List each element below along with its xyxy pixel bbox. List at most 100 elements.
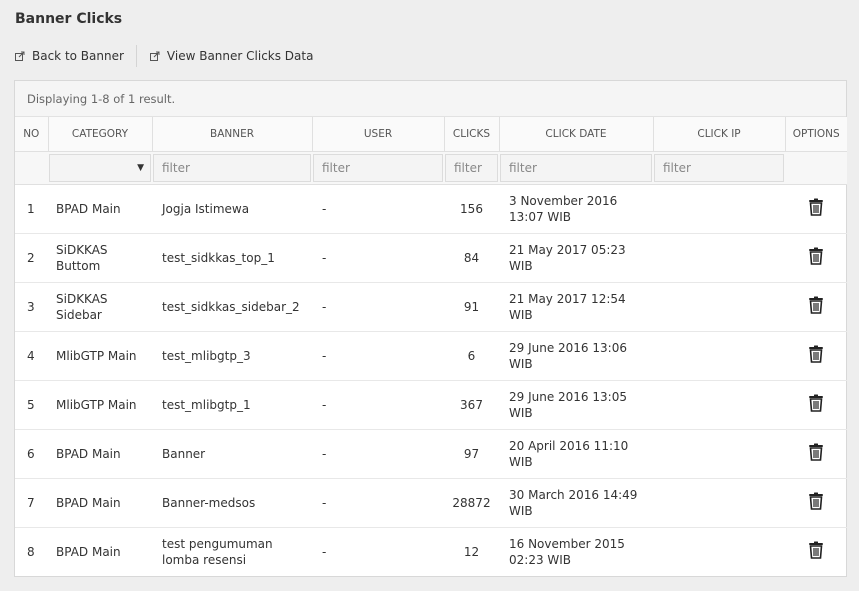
cell-click-ip [653,233,785,283]
cell-click-ip [653,380,785,430]
cell-click-ip [653,282,785,332]
column-header-no[interactable]: NO [15,117,49,152]
cell-options [785,380,847,430]
column-header-clicks[interactable]: CLICKS [444,117,500,152]
table-row: 1 BPAD Main Jogja Istimewa -156 3 November 2… [15,184,847,234]
column-header-click-ip[interactable]: CLICK IP [653,117,786,152]
cell-banner: test pengumuman lomba resensi [162,536,273,567]
cell-click-ip [653,478,785,528]
toolbar-divider [135,45,137,67]
cell-user: - [312,380,444,430]
cell-click-ip [653,184,785,234]
cell-clicks: 367 [444,380,499,430]
column-header-category[interactable]: CATEGORY [48,117,153,152]
back-to-banner-link[interactable]: Back to Banner [15,49,124,63]
cell-banner: Banner-medsos [152,478,312,528]
cell-options [785,331,847,381]
table-row: 8 BPAD Main test pengumuman lomba resensi -… [15,527,847,576]
view-banner-clicks-data-label: View Banner Clicks Data [166,49,314,63]
cell-click-date: 29 June 2016 13:05 WIB [499,380,653,430]
cell-user: - [312,478,444,528]
trash-icon[interactable] [808,394,824,412]
cell-category: SiDKKAS Buttom [48,233,152,283]
cell-category: BPAD Main [56,544,121,559]
cell-clicks: 91 [444,282,499,332]
external-link-icon [15,51,25,61]
cell-no: 2 [15,233,48,283]
filter-cell-no [15,151,48,185]
cell-clicks: 28872 [444,478,499,528]
cell-banner: test_sidkkas_sidebar_2 [152,282,312,332]
cell-no: 1 [15,184,48,234]
cell-category: BPAD Main [48,184,152,234]
cell-options [785,527,847,576]
cell-click-ip [653,527,785,576]
cell-user: - [312,233,444,283]
cell-no: 7 [15,478,48,528]
trash-icon[interactable] [808,247,824,265]
table-row: 6 BPAD Main Banner -97 20 April 2016 11:10 W… [15,429,847,479]
cell-clicks: 156 [444,184,499,234]
trash-icon[interactable] [808,296,824,314]
cell-category: MlibGTP Main [48,331,152,381]
cell-options [785,233,847,283]
cell-clicks: 12 [463,544,480,559]
cell-click-date: 29 June 2016 13:06 WIB [499,331,653,381]
column-header-banner[interactable]: BANNER [152,117,313,152]
cell-click-ip [653,331,785,381]
cell-banner: Jogja Istimewa [152,184,312,234]
cell-no: 3 [15,282,48,332]
category-filter-select[interactable]: ▼ [49,153,151,182]
column-header-user[interactable]: USER [312,117,445,152]
cell-no: 8 [27,544,35,559]
cell-no: 4 [15,331,48,381]
filter-row: ▼ filter filter filter filter filter [15,151,847,185]
click-ip-filter-input[interactable]: filter [654,153,784,182]
filter-cell-click-date: filter [499,151,653,185]
cell-clicks: 84 [444,233,499,283]
view-banner-clicks-data-link[interactable]: View Banner Clicks Data [149,49,314,63]
page-title: Banner Clicks [15,11,123,27]
cell-category: BPAD Main [48,478,152,528]
filter-cell-user: filter [312,151,444,185]
trash-icon[interactable] [808,541,824,559]
cell-clicks: 97 [444,429,499,479]
table-row: 3 SiDKKAS Sidebar test_sidkkas_sidebar_2-9… [15,282,847,332]
back-to-banner-label: Back to Banner [32,49,124,63]
cell-user: - [312,429,444,479]
cell-clicks: 6 [444,331,499,381]
filter-cell-category: ▼ [48,151,152,185]
cell-category: BPAD Main [48,429,152,479]
header-row: NO CATEGORY BANNER USER CLICKS CLICK DAT… [15,117,847,152]
cell-banner: test_mlibgtp_3 [152,331,312,381]
banner-clicks-table: NO CATEGORY BANNER USER CLICKS CLICK DAT… [15,117,847,576]
trash-icon[interactable] [808,492,824,510]
filter-cell-banner: filter [152,151,312,185]
cell-banner: Banner [152,429,312,479]
trash-icon[interactable] [808,345,824,363]
table-row: 7 BPAD Main Banner-medsos -28872 30 March 20… [15,478,847,528]
cell-click-ip [653,429,785,479]
cell-user: - [322,544,327,559]
trash-icon[interactable] [808,198,824,216]
cell-options [785,184,847,234]
click-date-filter-input[interactable]: filter [500,153,652,182]
column-header-click-date[interactable]: CLICK DATE [499,117,654,152]
caret-down-icon: ▼ [137,162,144,173]
cell-options [785,282,847,332]
table-row: 2 SiDKKAS Buttom test_sidkkas_top_1-84 21 M… [15,233,847,283]
filter-cell-options [785,151,847,185]
cell-click-date: 16 November 2015 02:23 WIB [509,536,625,567]
cell-banner: test_sidkkas_top_1 [152,233,312,283]
toolbar: Back to Banner View Banner Clicks Data [15,45,313,67]
trash-icon[interactable] [808,443,824,461]
cell-no: 6 [15,429,48,479]
cell-click-date: 21 May 2017 12:54 WIB [499,282,653,332]
cell-click-date: 20 April 2016 11:10 WIB [499,429,653,479]
grid-summary: Displaying 1-8 of 1 result. [15,81,846,117]
cell-category: SiDKKAS Sidebar [48,282,152,332]
banner-filter-input[interactable]: filter [153,153,311,182]
user-filter-input[interactable]: filter [313,153,443,182]
clicks-filter-input[interactable]: filter [445,153,498,182]
cell-click-date: 3 November 2016 13:07 WIB [499,184,653,234]
